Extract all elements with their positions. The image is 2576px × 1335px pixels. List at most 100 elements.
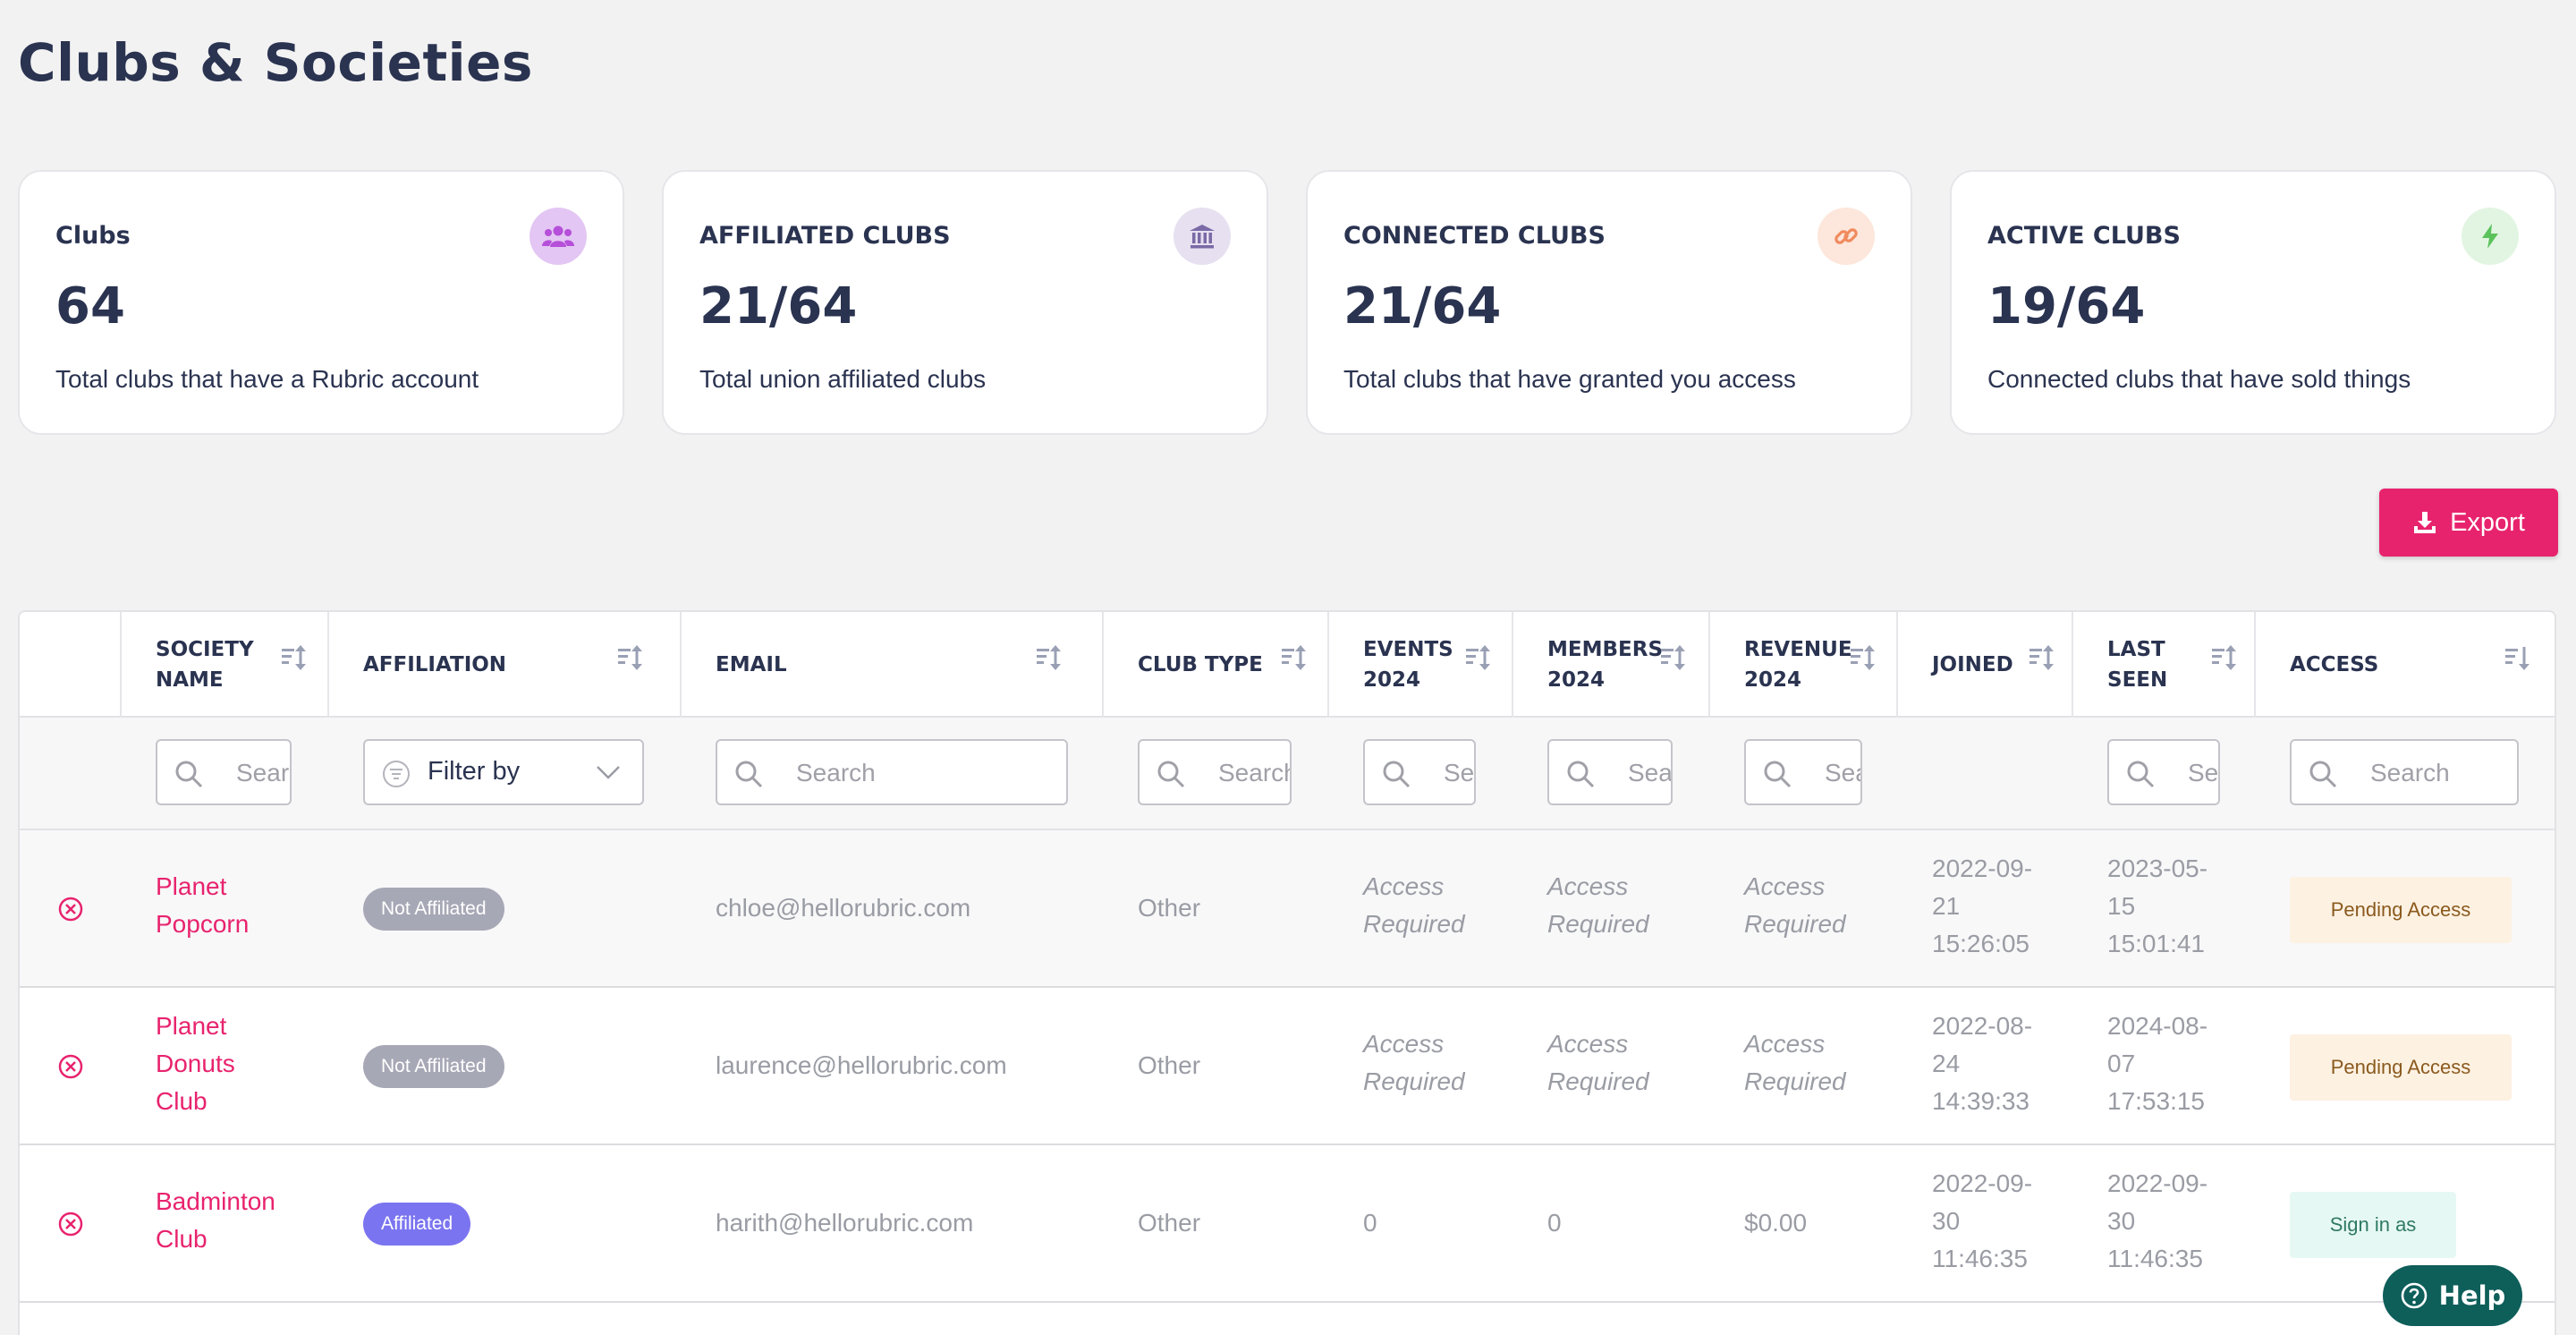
sort-icon[interactable] bbox=[2209, 642, 2240, 673]
card-label: AFFILIATED CLUBS bbox=[699, 222, 951, 250]
column-header-joined[interactable]: JOINED bbox=[1932, 612, 2039, 718]
link-icon bbox=[1818, 208, 1875, 265]
card-label: CONNECTED CLUBS bbox=[1343, 222, 1606, 250]
card-clubs: Clubs 64 Total clubs that have a Rubric … bbox=[18, 170, 624, 435]
card-description: Total union affiliated clubs bbox=[699, 365, 987, 393]
last-seen-search-input[interactable]: Search bbox=[2107, 739, 2220, 805]
revenue-search-input[interactable]: Search bbox=[1744, 739, 1862, 805]
joined-cell: 2022-09- 21 15:26:05 bbox=[1932, 855, 2033, 957]
society-name-link[interactable]: Badminton Club bbox=[156, 1183, 275, 1258]
email-cell: laurence@hellorubric.com bbox=[716, 1051, 1007, 1079]
search-icon bbox=[1567, 761, 1595, 788]
members-cell: 0 bbox=[1547, 1209, 1562, 1237]
pending-access-button[interactable]: Pending Access bbox=[2290, 877, 2512, 943]
email-cell: chloe@hellorubric.com bbox=[716, 894, 971, 922]
club-type-cell: Other bbox=[1138, 1209, 1201, 1237]
society-name-search-input[interactable]: Search bbox=[156, 739, 292, 805]
revenue-cell: Access Required bbox=[1744, 872, 1846, 938]
club-type-cell: Other bbox=[1138, 894, 1201, 922]
sort-icon[interactable] bbox=[1034, 642, 1064, 673]
email-search-input[interactable]: Search bbox=[716, 739, 1068, 805]
search-icon bbox=[175, 761, 203, 788]
club-type-search-input[interactable]: Search bbox=[1138, 739, 1292, 805]
affiliation-badge: Not Affiliated bbox=[363, 888, 504, 931]
card-value: 64 bbox=[55, 277, 125, 336]
stat-cards: Clubs 64 Total clubs that have a Rubric … bbox=[18, 170, 2556, 435]
column-header-email[interactable]: EMAIL bbox=[716, 612, 1038, 718]
affiliation-badge: Not Affiliated bbox=[363, 1045, 504, 1088]
search-icon bbox=[1383, 761, 1411, 788]
remove-circle-icon[interactable] bbox=[57, 896, 84, 923]
card-description: Total clubs that have granted you access bbox=[1343, 365, 1796, 393]
institution-icon bbox=[1174, 208, 1231, 265]
sort-icon[interactable] bbox=[1658, 642, 1689, 673]
search-icon bbox=[735, 761, 763, 788]
sort-icon[interactable] bbox=[1279, 642, 1309, 673]
question-circle-icon bbox=[2401, 1282, 2427, 1309]
search-icon bbox=[2309, 761, 2337, 788]
remove-circle-icon[interactable] bbox=[57, 1053, 84, 1080]
sign-in-as-button[interactable]: Sign in as bbox=[2290, 1192, 2456, 1258]
column-header-last-seen[interactable]: LAST SEEN bbox=[2107, 612, 2215, 718]
joined-cell: 2022-08- 24 14:39:33 bbox=[1932, 1012, 2033, 1115]
search-icon bbox=[1764, 761, 1792, 788]
access-search-input[interactable]: Search bbox=[2290, 739, 2519, 805]
sort-icon[interactable] bbox=[1463, 642, 1494, 673]
remove-circle-icon[interactable] bbox=[57, 1211, 84, 1237]
bolt-icon bbox=[2462, 208, 2519, 265]
card-active-clubs: ACTIVE CLUBS 19/64 Connected clubs that … bbox=[1950, 170, 2556, 435]
chevron-down-icon bbox=[597, 766, 620, 779]
sort-icon[interactable] bbox=[279, 642, 309, 673]
column-header-access[interactable]: ACCESS bbox=[2290, 612, 2469, 718]
last-seen-cell: 2023-05- 15 15:01:41 bbox=[2107, 855, 2208, 957]
events-cell: Access Required bbox=[1363, 872, 1465, 938]
sort-icon[interactable] bbox=[615, 642, 646, 673]
sort-descending-icon[interactable] bbox=[2503, 642, 2533, 673]
table-row: Badminton Club Affiliated harith@hellorub… bbox=[20, 1145, 2555, 1303]
email-cell: harith@hellorubric.com bbox=[716, 1209, 974, 1237]
card-label: Clubs bbox=[55, 222, 131, 250]
card-value: 21/64 bbox=[1343, 277, 1502, 336]
sort-icon[interactable] bbox=[1848, 642, 1878, 673]
help-button[interactable]: Help bbox=[2383, 1265, 2522, 1326]
last-seen-cell: 2024-08- 07 17:53:15 bbox=[2107, 1012, 2208, 1115]
society-name-link[interactable]: Planet Donuts Club bbox=[156, 1008, 235, 1120]
column-header-club-type[interactable]: CLUB TYPE bbox=[1138, 612, 1299, 718]
search-icon bbox=[1157, 761, 1185, 788]
download-icon bbox=[2414, 512, 2436, 533]
card-value: 19/64 bbox=[1987, 277, 2146, 336]
page-title: Clubs & Societies bbox=[18, 32, 533, 93]
search-icon bbox=[2127, 761, 2155, 788]
filter-icon bbox=[383, 761, 410, 787]
card-value: 21/64 bbox=[699, 277, 858, 336]
affiliation-badge: Affiliated bbox=[363, 1203, 471, 1246]
events-cell: Access Required bbox=[1363, 1030, 1465, 1095]
affiliation-filter-select[interactable]: Filter by bbox=[363, 739, 644, 805]
clubs-table: SOCIETY NAME AFFILIATION EMAIL CLUB TYPE … bbox=[18, 610, 2556, 1335]
members-search-input[interactable]: Search bbox=[1547, 739, 1673, 805]
people-group-icon bbox=[530, 208, 587, 265]
card-label: ACTIVE CLUBS bbox=[1987, 222, 2181, 250]
members-cell: Access Required bbox=[1547, 872, 1649, 938]
revenue-cell: $0.00 bbox=[1744, 1209, 1808, 1237]
club-type-cell: Other bbox=[1138, 1051, 1201, 1079]
events-cell: 0 bbox=[1363, 1209, 1377, 1237]
card-connected-clubs: CONNECTED CLUBS 21/64 Total clubs that h… bbox=[1306, 170, 1912, 435]
revenue-cell: Access Required bbox=[1744, 1030, 1846, 1095]
last-seen-cell: 2022-09- 30 11:46:35 bbox=[2107, 1169, 2208, 1272]
table-header: SOCIETY NAME AFFILIATION EMAIL CLUB TYPE … bbox=[20, 612, 2555, 718]
table-row: Planet Popcorn Not Affiliated chloe@hello… bbox=[20, 830, 2555, 988]
sort-icon[interactable] bbox=[2027, 642, 2057, 673]
members-cell: Access Required bbox=[1547, 1030, 1649, 1095]
help-label: Help bbox=[2438, 1280, 2506, 1311]
export-label: Export bbox=[2450, 507, 2525, 537]
export-button[interactable]: Export bbox=[2379, 489, 2558, 557]
card-description: Connected clubs that have sold things bbox=[1987, 365, 2411, 393]
society-name-link[interactable]: Planet Popcorn bbox=[156, 868, 249, 943]
joined-cell: 2022-09- 30 11:46:35 bbox=[1932, 1169, 2033, 1272]
card-description: Total clubs that have a Rubric account bbox=[55, 365, 479, 393]
card-affiliated-clubs: AFFILIATED CLUBS 21/64 Total union affil… bbox=[662, 170, 1268, 435]
pending-access-button[interactable]: Pending Access bbox=[2290, 1034, 2512, 1101]
column-header-affiliation[interactable]: AFFILIATION bbox=[363, 612, 631, 718]
events-search-input[interactable]: Search bbox=[1363, 739, 1476, 805]
